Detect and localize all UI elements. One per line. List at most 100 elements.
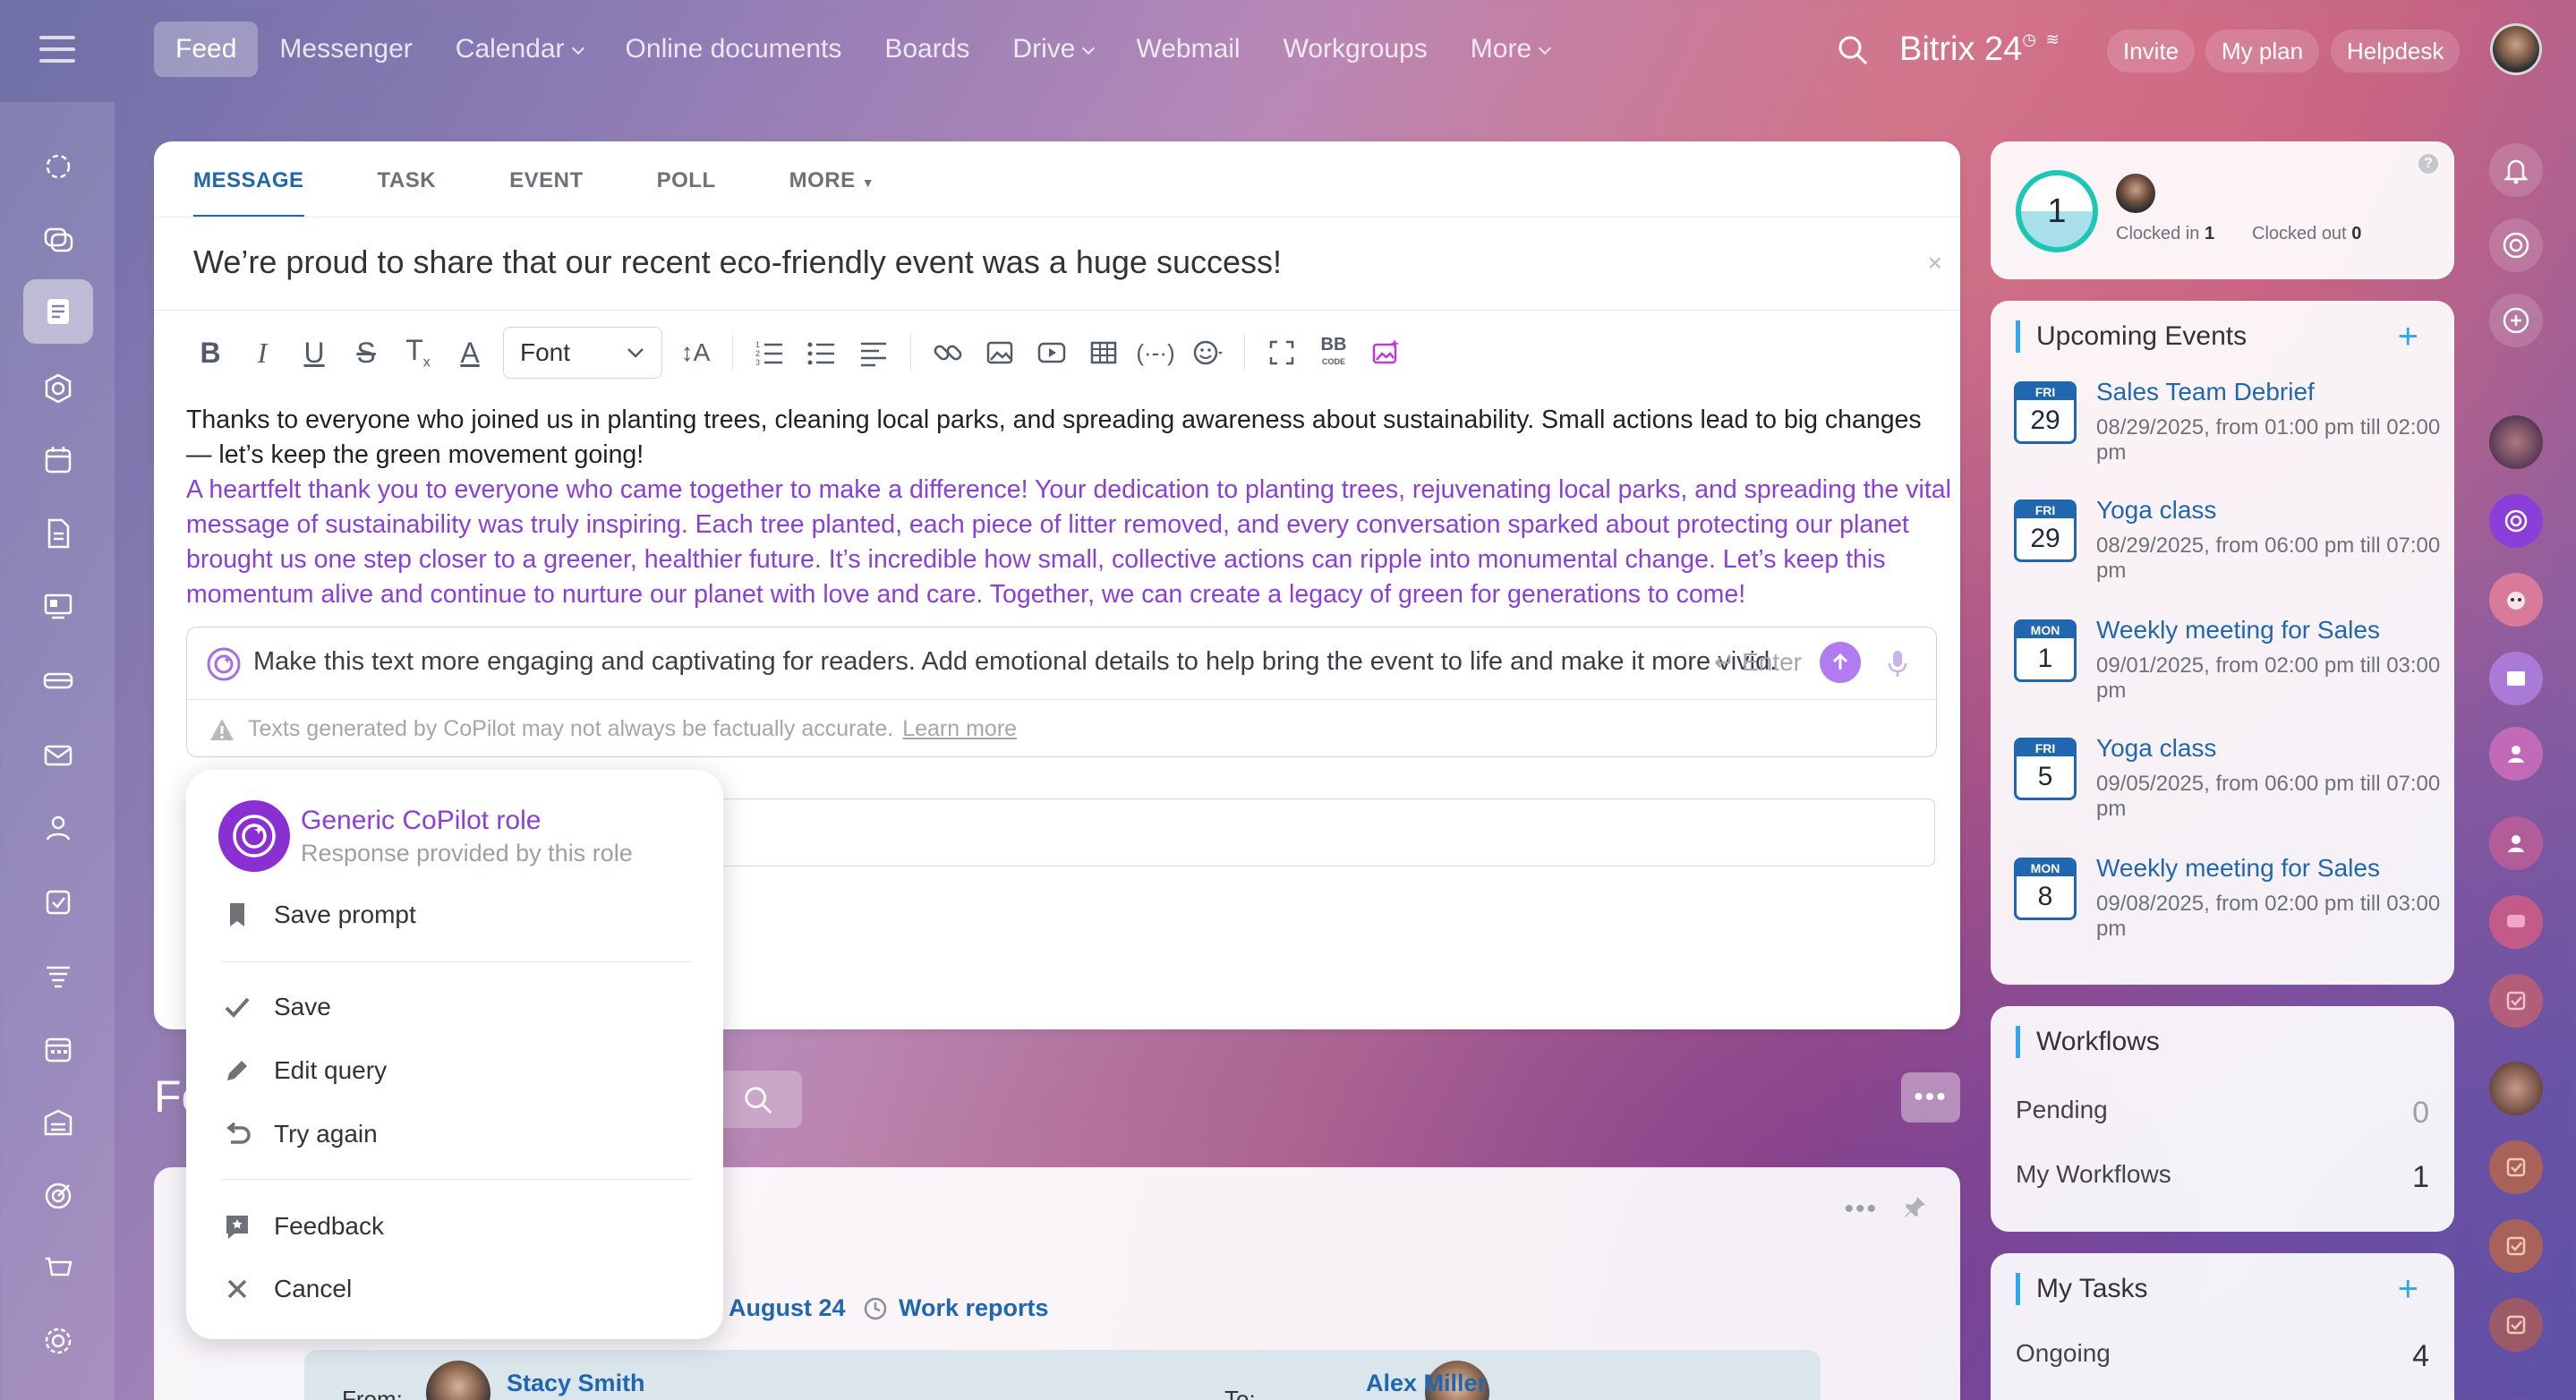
nav-webmail[interactable]: Webmail: [1114, 21, 1261, 77]
font-select[interactable]: Font: [503, 327, 662, 379]
to-user-link[interactable]: Alex Miller: [1366, 1370, 1487, 1397]
tab-more[interactable]: MORE ▼: [789, 168, 875, 218]
sidebar-mail-icon[interactable]: [23, 723, 93, 788]
copilot-chat-icon[interactable]: [2489, 218, 2543, 272]
event-title-link[interactable]: Yoga class: [2096, 734, 2216, 763]
image-button[interactable]: [974, 328, 1026, 378]
event-item[interactable]: FRI 29 Yoga class 08/29/2025, from 06:00 pm…: [2014, 496, 2440, 607]
open-channel-icon[interactable]: [2489, 895, 2543, 949]
search-icon[interactable]: [1837, 34, 1869, 66]
bullet-list-button[interactable]: [796, 328, 848, 378]
tab-message[interactable]: MESSAGE: [193, 168, 304, 218]
link-button[interactable]: [922, 328, 974, 378]
sidebar-activity-icon[interactable]: [23, 134, 93, 199]
add-event-button[interactable]: +: [2398, 317, 2418, 357]
tab-event[interactable]: EVENT: [509, 168, 584, 218]
video-button[interactable]: [1026, 328, 1078, 378]
post-date[interactable]: August 24: [729, 1294, 846, 1322]
settings-sliders-icon[interactable]: ≋: [2046, 30, 2060, 48]
sidebar-sales-target-icon[interactable]: [23, 1164, 93, 1228]
avatar[interactable]: [426, 1361, 490, 1400]
sidebar-copilot-icon[interactable]: [23, 356, 93, 421]
recipients-field[interactable]: [709, 798, 1935, 866]
group-chat-icon[interactable]: [2489, 727, 2543, 781]
nav-more[interactable]: More: [1449, 21, 1571, 77]
task-chat-icon[interactable]: [2489, 1219, 2543, 1273]
emoji-button[interactable]: [1181, 328, 1233, 378]
event-item[interactable]: FRI 5 Yoga class 09/05/2025, from 06:00 pm …: [2014, 734, 2440, 845]
tab-task[interactable]: TASK: [378, 168, 437, 218]
sidebar-documents-icon[interactable]: [23, 501, 93, 566]
numbered-list-button[interactable]: 123: [744, 328, 796, 378]
pin-icon[interactable]: [1901, 1194, 1928, 1221]
table-button[interactable]: [1078, 328, 1130, 378]
sidebar-drive-icon[interactable]: [23, 648, 93, 713]
user-avatar[interactable]: [2490, 23, 2542, 75]
invite-button[interactable]: Invite: [2107, 30, 2196, 73]
nav-boards[interactable]: Boards: [863, 21, 991, 77]
support-chat-icon[interactable]: [2489, 294, 2543, 347]
subject-input[interactable]: We’re proud to share that our recent eco…: [193, 243, 1282, 281]
align-button[interactable]: [848, 328, 900, 378]
event-title-link[interactable]: Sales Team Debrief: [2096, 378, 2315, 406]
edit-query-item[interactable]: Edit query: [222, 1048, 387, 1093]
ongoing-row[interactable]: Ongoing 4: [2016, 1339, 2429, 1374]
event-title-link[interactable]: Weekly meeting for Sales: [2096, 854, 2380, 883]
event-title-link[interactable]: Yoga class: [2096, 496, 2216, 525]
cancel-item[interactable]: Cancel: [222, 1267, 352, 1311]
task-chat-icon[interactable]: [2489, 974, 2543, 1028]
event-item[interactable]: FRI 29 Sales Team Debrief 08/29/2025, from …: [2014, 378, 2440, 489]
ai-image-button[interactable]: [1360, 328, 1412, 378]
my-plan-button[interactable]: My plan: [2205, 30, 2320, 73]
nav-workgroups[interactable]: Workgroups: [1262, 21, 1449, 77]
bold-button[interactable]: B: [184, 328, 236, 378]
contact-avatar[interactable]: [2489, 1062, 2543, 1115]
news-channel-icon[interactable]: [2489, 652, 2543, 705]
task-chat-icon[interactable]: [2489, 1298, 2543, 1352]
sidebar-settings-icon[interactable]: [23, 1309, 93, 1373]
nav-online-documents[interactable]: Online documents: [604, 21, 864, 77]
helpdesk-button[interactable]: Helpdesk: [2331, 30, 2461, 73]
pending-row[interactable]: Pending 0: [2016, 1096, 2429, 1131]
strikethrough-button[interactable]: S: [340, 328, 392, 378]
tab-poll[interactable]: POLL: [657, 168, 716, 218]
brand-logo[interactable]: Bitrix 24◷ ≋: [1899, 30, 2060, 69]
feed-search-input[interactable]: [712, 1071, 802, 1128]
help-icon[interactable]: ?: [2418, 154, 2438, 174]
clock-in-counter[interactable]: 1: [2016, 170, 2098, 252]
sidebar-workgroups-icon[interactable]: [23, 797, 93, 861]
post-menu-button[interactable]: •••: [1844, 1194, 1878, 1225]
sidebar-feed-icon[interactable]: [23, 279, 93, 344]
underline-button[interactable]: U: [288, 328, 340, 378]
learn-more-link[interactable]: Learn more: [902, 716, 1017, 742]
feedback-item[interactable]: Feedback: [222, 1204, 384, 1249]
fullscreen-button[interactable]: [1256, 328, 1308, 378]
save-item[interactable]: Save: [222, 985, 331, 1029]
avatar[interactable]: [2116, 174, 2155, 213]
sidebar-boards-icon[interactable]: [23, 575, 93, 639]
text-color-button[interactable]: A: [444, 328, 496, 378]
nav-messenger[interactable]: Messenger: [258, 21, 433, 77]
nav-drive[interactable]: Drive: [991, 21, 1114, 77]
bot-avatar-icon[interactable]: [2489, 573, 2543, 627]
sidebar-chat-icon[interactable]: [23, 208, 93, 272]
sidebar-calendar-icon[interactable]: [23, 428, 93, 492]
sidebar-tasks-icon[interactable]: [23, 870, 93, 935]
nav-feed[interactable]: Feed: [154, 21, 259, 77]
sidebar-shop-icon[interactable]: [23, 1235, 93, 1300]
add-task-button[interactable]: +: [2398, 1269, 2418, 1310]
notifications-bell-icon[interactable]: [2489, 143, 2543, 197]
italic-button[interactable]: I: [236, 328, 288, 378]
bbcode-button[interactable]: BB CODE: [1308, 328, 1360, 378]
role-title[interactable]: Generic CoPilot role: [301, 806, 541, 836]
try-again-item[interactable]: Try again: [222, 1112, 378, 1157]
send-button[interactable]: [1820, 642, 1861, 683]
task-chat-icon[interactable]: [2489, 1140, 2543, 1194]
sidebar-inventory-icon[interactable]: [23, 1090, 93, 1155]
event-title-link[interactable]: Weekly meeting for Sales: [2096, 616, 2380, 645]
save-prompt-item[interactable]: Save prompt: [222, 892, 416, 937]
close-icon[interactable]: ×: [1928, 249, 1942, 277]
menu-burger-icon[interactable]: [39, 36, 75, 64]
copilot-contact-icon[interactable]: [2489, 494, 2543, 548]
microphone-icon[interactable]: [1886, 645, 1909, 681]
